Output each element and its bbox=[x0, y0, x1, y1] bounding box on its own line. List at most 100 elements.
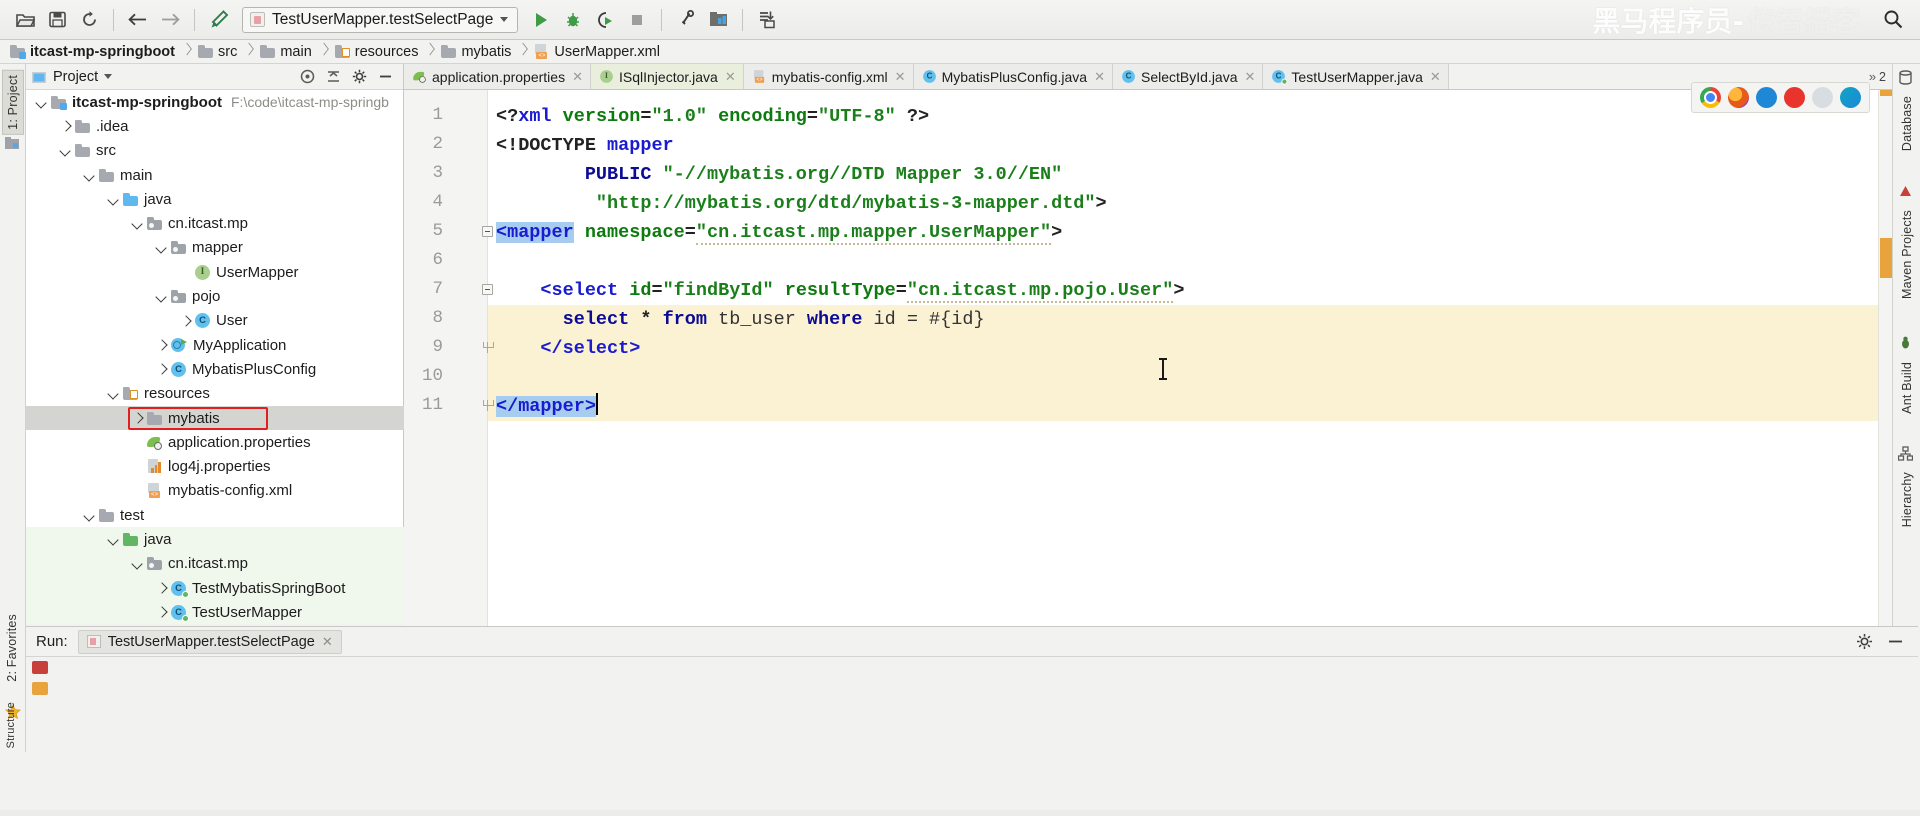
sidebar-item-hierarchy[interactable]: Hierarchy bbox=[1897, 468, 1917, 531]
database-icon[interactable] bbox=[1898, 70, 1913, 85]
line-number[interactable]: 4 bbox=[407, 192, 443, 212]
tree-item-main[interactable]: main bbox=[26, 163, 404, 187]
tree-item-mybatisplusconfig[interactable]: C MybatisPlusConfig bbox=[26, 357, 404, 381]
code-line[interactable]: <?xml version="1.0" encoding="UTF-8" ?> bbox=[496, 102, 929, 131]
chevron-down-icon[interactable] bbox=[34, 95, 49, 110]
line-number[interactable]: 11 bbox=[407, 395, 443, 415]
sidebar-item-database[interactable]: Database bbox=[1897, 92, 1917, 155]
project-structure-icon[interactable] bbox=[703, 6, 733, 34]
scroll-from-source-icon[interactable] bbox=[300, 69, 315, 84]
code-fold-icon[interactable] bbox=[482, 284, 493, 295]
tree-item-java[interactable]: java bbox=[26, 187, 404, 211]
tree-item-testmybatisspringboot[interactable]: C TestMybatisSpringBoot bbox=[26, 575, 404, 601]
breadcrumb-item-src[interactable]: src bbox=[196, 44, 239, 60]
tree-item-mybatis[interactable]: mybatis bbox=[26, 405, 404, 431]
save-all-icon[interactable] bbox=[42, 6, 72, 34]
run-configuration-selector[interactable]: TestUserMapper.testSelectPage bbox=[242, 6, 519, 33]
chevron-right-icon[interactable] bbox=[178, 313, 193, 328]
forward-arrow-icon[interactable] bbox=[155, 6, 185, 34]
tree-item-application-properties[interactable]: application.properties bbox=[26, 430, 404, 454]
code-line[interactable]: <mapper namespace="cn.itcast.mp.mapper.U… bbox=[496, 218, 1062, 247]
update-project-icon[interactable] bbox=[752, 6, 782, 34]
close-icon[interactable]: ✕ bbox=[895, 69, 906, 85]
chevron-down-icon[interactable] bbox=[500, 17, 509, 22]
editor-tab-mybatis-config-xml[interactable]: <> mybatis-config.xml ✕ bbox=[743, 64, 914, 89]
chevron-down-icon[interactable] bbox=[106, 386, 121, 401]
tree-item-src[interactable]: src bbox=[26, 139, 404, 163]
tree-item-test[interactable]: test bbox=[26, 503, 404, 527]
close-icon[interactable]: ✕ bbox=[1430, 69, 1441, 85]
stop-button[interactable] bbox=[622, 6, 652, 34]
breadcrumb-item-usermapper-xml[interactable]: <> UserMapper.xml bbox=[532, 44, 662, 60]
breadcrumb-item-mybatis[interactable]: mybatis bbox=[439, 44, 513, 60]
firefox-icon[interactable] bbox=[1728, 87, 1749, 108]
editor-tab-isqlinjector-java[interactable]: I ISqlInjector.java ✕ bbox=[591, 64, 744, 89]
tree-item-cn-itcast-mp[interactable]: cn.itcast.mp bbox=[26, 551, 404, 576]
sidebar-item-favorites[interactable]: 2: Favorites bbox=[2, 610, 22, 686]
collapse-all-icon[interactable] bbox=[326, 69, 341, 84]
opera-icon[interactable] bbox=[1784, 87, 1805, 108]
run-tab[interactable]: TestUserMapper.testSelectPage ✕ bbox=[77, 629, 342, 654]
line-number[interactable]: 8 bbox=[407, 308, 443, 328]
chevron-down-icon[interactable] bbox=[106, 532, 121, 547]
code-line[interactable]: select * from tb_user where id = #{id} bbox=[496, 305, 985, 334]
tree-item-java[interactable]: java bbox=[26, 527, 404, 552]
code-fold-end-icon[interactable] bbox=[482, 342, 494, 353]
chevron-down-icon[interactable] bbox=[154, 289, 169, 304]
tree-item-itcast-mp-springboot[interactable]: itcast-mp-springboot F:\code\itcast-mp-sp… bbox=[26, 90, 404, 114]
chevron-down-icon[interactable] bbox=[82, 168, 97, 183]
line-number[interactable]: 7 bbox=[407, 279, 443, 299]
run-button[interactable] bbox=[526, 6, 556, 34]
settings-gear-icon[interactable] bbox=[671, 6, 701, 34]
edge-icon[interactable] bbox=[1840, 87, 1861, 108]
close-icon[interactable]: ✕ bbox=[1094, 69, 1105, 85]
close-icon[interactable]: ✕ bbox=[725, 69, 736, 85]
tree-item-cn-itcast-mp[interactable]: cn.itcast.mp bbox=[26, 211, 404, 235]
open-folder-icon[interactable] bbox=[10, 6, 40, 34]
chevron-down-icon[interactable] bbox=[130, 216, 145, 231]
tree-item-myapplication[interactable]: MyApplication bbox=[26, 333, 404, 357]
editor-tab-testusermapper-java[interactable]: C TestUserMapper.java ✕ bbox=[1263, 64, 1449, 89]
chevron-right-icon[interactable] bbox=[154, 338, 169, 353]
code-line[interactable]: "http://mybatis.org/dtd/mybatis-3-mapper… bbox=[496, 189, 1107, 218]
code-fold-icon[interactable] bbox=[482, 226, 493, 237]
rerun-icon[interactable] bbox=[32, 661, 48, 674]
filter-icon[interactable] bbox=[32, 682, 48, 695]
maven-icon[interactable] bbox=[1898, 184, 1913, 199]
code-editor[interactable]: 1 2 3 4 5 6 7 8 9 10 11 <?xml version="1.0" encodi… bbox=[404, 90, 1892, 626]
tree-item--idea[interactable]: .idea bbox=[26, 114, 404, 138]
chevron-right-icon[interactable] bbox=[58, 119, 73, 134]
breadcrumb-item-main[interactable]: main bbox=[258, 44, 313, 60]
build-hammer-icon[interactable] bbox=[204, 6, 234, 34]
code-line[interactable]: PUBLIC "-//mybatis.org//DTD Mapper 3.0//… bbox=[496, 160, 1062, 189]
breadcrumb-item-resources[interactable]: resources bbox=[333, 44, 421, 60]
edge-legacy-icon[interactable] bbox=[1756, 87, 1777, 108]
chevron-right-icon[interactable] bbox=[154, 581, 169, 596]
chevron-left-icon[interactable]: » bbox=[1869, 69, 1876, 84]
hide-panel-icon[interactable] bbox=[378, 69, 393, 84]
chevron-down-icon[interactable] bbox=[154, 240, 169, 255]
sidebar-item-structure[interactable]: Structure bbox=[2, 698, 20, 752]
search-everywhere-icon[interactable] bbox=[1882, 8, 1904, 30]
line-number[interactable]: 2 bbox=[407, 134, 443, 154]
run-with-coverage-button[interactable] bbox=[590, 6, 620, 34]
code-line[interactable]: <select id="findById" resultType="cn.itc… bbox=[496, 276, 1184, 305]
tree-item-user[interactable]: C User bbox=[26, 309, 404, 333]
tree-item-log4j-properties[interactable]: log4j.properties bbox=[26, 454, 404, 478]
sidebar-item-ant[interactable]: Ant Build bbox=[1897, 358, 1917, 418]
code-line[interactable]: </mapper> bbox=[496, 392, 598, 421]
tree-item-mapper[interactable]: mapper bbox=[26, 236, 404, 260]
close-icon[interactable]: ✕ bbox=[322, 634, 333, 650]
tree-item-testusermapper[interactable]: C TestUserMapper bbox=[26, 600, 404, 624]
chevron-right-icon[interactable] bbox=[154, 362, 169, 377]
close-icon[interactable]: ✕ bbox=[572, 69, 583, 85]
tree-item-usermapper[interactable]: I UserMapper bbox=[26, 260, 404, 284]
chevron-down-icon[interactable] bbox=[106, 192, 121, 207]
chevron-down-icon[interactable] bbox=[58, 143, 73, 158]
editor-tab-selectbyid-java[interactable]: C SelectById.java ✕ bbox=[1113, 64, 1264, 89]
close-icon[interactable]: ✕ bbox=[1245, 69, 1256, 85]
editor-tab-mybatisplusconfig-java[interactable]: C MybatisPlusConfig.java ✕ bbox=[913, 64, 1113, 89]
editor-gutter[interactable]: 1 2 3 4 5 6 7 8 9 10 11 bbox=[404, 90, 488, 626]
line-number[interactable]: 6 bbox=[407, 250, 443, 270]
chevron-down-icon[interactable] bbox=[104, 74, 113, 79]
